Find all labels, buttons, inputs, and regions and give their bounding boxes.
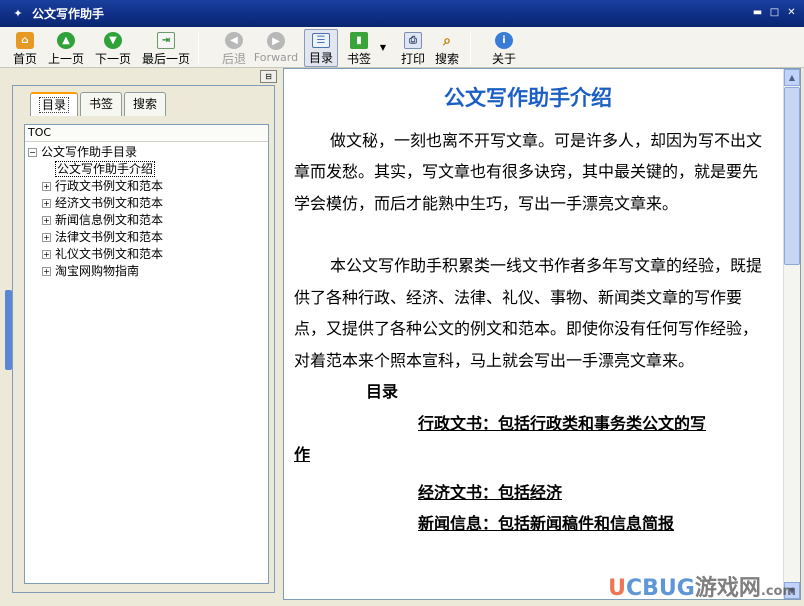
expand-icon[interactable]: + [42, 267, 51, 276]
vertical-scrollbar[interactable]: ▲ ▼ [783, 69, 800, 599]
toc-icon: ☰ [312, 33, 330, 48]
tree-item-admin[interactable]: + 行政文书例文和范本 [42, 178, 163, 195]
expand-icon[interactable]: + [42, 233, 51, 242]
tab-bar: 目录 书签 搜索 [30, 92, 168, 116]
back-icon: ◀ [225, 32, 243, 49]
paragraph: 做文秘，一刻也离不开写文章。可是许多人，却因为写不出文章而发愁。其实，写文章也有… [294, 130, 763, 213]
close-icon[interactable]: ✕ [785, 6, 798, 19]
last-page-icon: ⇥ [157, 32, 175, 49]
info-icon: i [495, 32, 513, 49]
expand-icon[interactable]: + [42, 199, 51, 208]
paragraph: 本公文写作助手积累类一线文书作者多年写文章的经验，既提供了各种行政、经济、法律、… [294, 256, 763, 370]
tree-root[interactable]: − 公文写作助手目录 [28, 144, 137, 161]
tree-item-law[interactable]: + 法律文书例文和范本 [42, 229, 163, 246]
printer-icon: ⎙ [404, 32, 422, 49]
bookmark-dropdown[interactable]: ▼ [378, 29, 388, 67]
pin-icon[interactable]: ⊟ [260, 70, 277, 83]
title-bar: ✦ 公文写作助手 ▬ □ ✕ [0, 0, 804, 27]
home-button[interactable]: ⌂ 首页 [10, 29, 40, 67]
tree-item-news[interactable]: + 新闻信息例文和范本 [42, 212, 163, 229]
pane-collapse-handle[interactable] [5, 290, 12, 370]
tab-toc[interactable]: 目录 [30, 92, 79, 116]
maximize-icon[interactable]: □ [768, 6, 781, 19]
home-icon: ⌂ [16, 32, 34, 49]
search-button[interactable]: ⌕ 搜索 [433, 29, 461, 67]
tree-item-economy[interactable]: + 经济文书例文和范本 [42, 195, 163, 212]
tree-header: TOC [25, 125, 268, 142]
up-arrow-icon: ▲ [57, 32, 75, 49]
forward-icon: ▶ [267, 32, 285, 50]
toc-link-economy[interactable]: 经济文书：包括经济 [294, 477, 762, 509]
tree-item-intro[interactable]: 公文写作助手介绍 [55, 161, 156, 178]
collapse-icon[interactable]: − [28, 148, 37, 157]
content-pane: 公文写作助手介绍 做文秘，一刻也离不开写文章。可是许多人，却因为写不出文章而发愁… [283, 68, 801, 600]
watermark-logo: UCBUG游戏网.com [608, 576, 796, 601]
about-button[interactable]: i 关于 [490, 29, 518, 67]
toc-link-news[interactable]: 新闻信息：包括新闻稿件和信息简报 [294, 508, 762, 540]
navigation-pane: ⊟ 目录 书签 搜索 TOC − 公文写作助手目录 公文写作助手介绍 + 行政文书例… [8, 68, 277, 600]
bookmark-button[interactable]: ▮ 书签 [344, 29, 374, 67]
toc-heading: 目录 [366, 382, 399, 401]
expand-icon[interactable]: + [42, 182, 51, 191]
toc-tree: TOC − 公文写作助手目录 公文写作助手介绍 + 行政文书例文和范本 + 经济文书例… [24, 124, 269, 584]
forward-button[interactable]: ▶ Forward [254, 29, 298, 67]
bookmark-icon: ▮ [350, 32, 368, 49]
next-page-button[interactable]: ▼ 下一页 [93, 29, 133, 67]
minimize-icon[interactable]: ▬ [751, 6, 764, 19]
down-arrow-icon: ▼ [104, 32, 122, 49]
expand-icon[interactable]: + [42, 250, 51, 259]
document-body: 公文写作助手介绍 做文秘，一刻也离不开写文章。可是许多人，却因为写不出文章而发愁… [294, 83, 762, 540]
toc-button[interactable]: ☰ 目录 [304, 29, 338, 67]
expand-icon[interactable]: + [42, 216, 51, 225]
toolbar: ⌂ 首页 ▲ 上一页 ▼ 下一页 ⇥ 最后一页 ◀ 后退 ▶ Forward ☰… [0, 27, 804, 68]
prev-page-button[interactable]: ▲ 上一页 [46, 29, 86, 67]
chevron-down-icon: ▼ [379, 43, 387, 52]
window-title: 公文写作助手 [32, 7, 105, 21]
tree-item-etiquette[interactable]: + 礼仪文书例文和范本 [42, 246, 163, 263]
app-icon: ✦ [13, 6, 23, 20]
document-title: 公文写作助手介绍 [444, 86, 612, 110]
print-button[interactable]: ⎙ 打印 [399, 29, 427, 67]
tree-item-taobao[interactable]: + 淘宝网购物指南 [42, 263, 139, 280]
tab-search[interactable]: 搜索 [124, 92, 167, 116]
toc-link-admin[interactable]: 行政文书：包括行政类和事务类公文的写 [294, 408, 762, 440]
tab-bookmarks[interactable]: 书签 [80, 92, 123, 116]
toc-link-admin-cont[interactable]: 作 [294, 439, 762, 471]
search-icon: ⌕ [443, 32, 451, 49]
scroll-up-icon[interactable]: ▲ [784, 69, 800, 86]
back-button[interactable]: ◀ 后退 [219, 29, 249, 67]
scroll-thumb[interactable] [784, 87, 800, 265]
last-page-button[interactable]: ⇥ 最后一页 [140, 29, 192, 67]
